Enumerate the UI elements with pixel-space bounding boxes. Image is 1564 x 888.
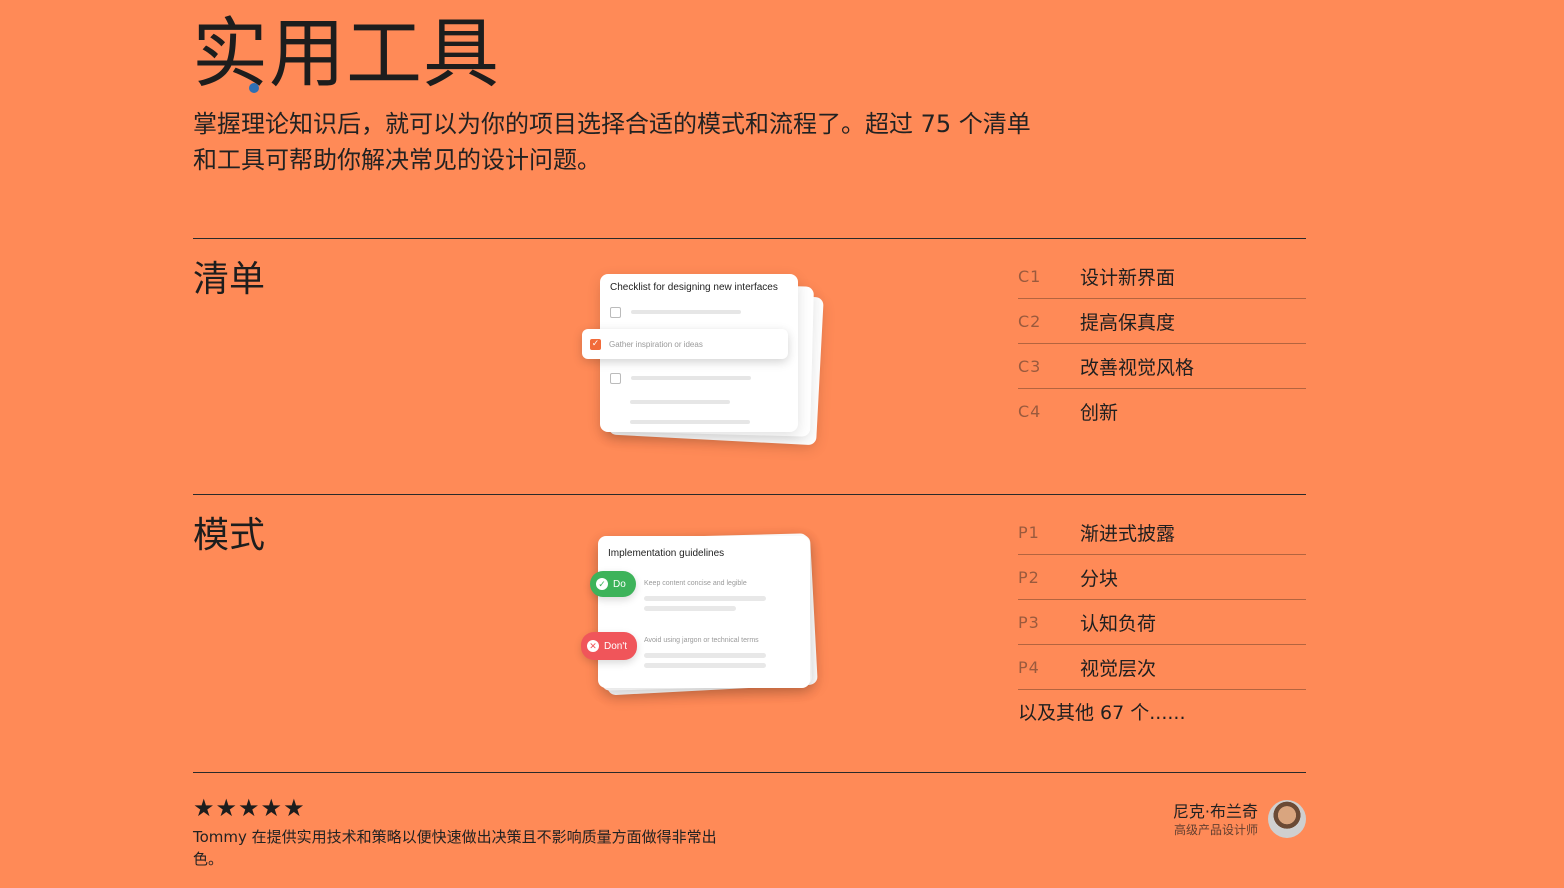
checklist-card-title: Checklist for designing new interfaces bbox=[610, 282, 778, 293]
item-label: 创新 bbox=[1080, 401, 1119, 424]
page-title: 实用工具 bbox=[192, 9, 500, 98]
item-code: C4 bbox=[1018, 401, 1042, 421]
pattern-list: P1 渐进式披露 P2 分块 P3 认知负荷 P4 视觉层次 bbox=[1018, 510, 1306, 690]
placeholder-bar bbox=[644, 596, 766, 601]
item-code: P2 bbox=[1018, 567, 1040, 587]
checkbox-icon bbox=[610, 372, 621, 384]
do-label: Do bbox=[613, 578, 626, 590]
checkmark-icon: ✓ bbox=[590, 338, 601, 350]
item-code: P1 bbox=[1018, 522, 1040, 542]
placeholder-bar bbox=[631, 310, 741, 314]
list-item-c4[interactable]: C4 创新 bbox=[1018, 389, 1306, 433]
item-label: 认知负荷 bbox=[1080, 612, 1157, 635]
do-badge: ✓ Do bbox=[590, 571, 636, 597]
item-label: 视觉层次 bbox=[1080, 657, 1157, 680]
guideline-card-title: Implementation guidelines bbox=[608, 548, 725, 559]
section-title-patterns: 模式 bbox=[193, 515, 266, 556]
dont-badge: ✕ Don't bbox=[581, 632, 638, 660]
placeholder-bar bbox=[644, 606, 736, 611]
x-circle-icon: ✕ bbox=[587, 640, 599, 652]
checklist-row bbox=[610, 392, 788, 412]
check-circle-icon: ✓ bbox=[596, 578, 608, 590]
guideline-card: Implementation guidelines Keep content c… bbox=[598, 536, 810, 688]
title-accent-dot bbox=[249, 83, 259, 93]
item-code: P4 bbox=[1018, 657, 1040, 677]
dont-label: Don't bbox=[604, 640, 628, 652]
checklist-row bbox=[610, 412, 788, 432]
list-item-c3[interactable]: C3 改善视觉风格 bbox=[1018, 344, 1306, 389]
section-divider bbox=[193, 238, 1306, 239]
list-item-p1[interactable]: P1 渐进式披露 bbox=[1018, 510, 1306, 555]
placeholder-bar bbox=[631, 376, 751, 380]
intro-paragraph: 掌握理论知识后，就可以为你的项目选择合适的模式和流程了。超过 75 个清单和工具… bbox=[193, 110, 1031, 174]
do-text: Keep content concise and legible bbox=[644, 580, 747, 587]
item-code: C2 bbox=[1018, 311, 1042, 331]
section-title-checklists: 清单 bbox=[193, 259, 266, 300]
checkbox-icon bbox=[610, 306, 621, 318]
item-label: 渐进式披露 bbox=[1080, 522, 1176, 545]
placeholder-bar bbox=[644, 653, 766, 658]
checklist-row bbox=[610, 368, 788, 388]
item-label: 分块 bbox=[1080, 567, 1119, 590]
avatar bbox=[1268, 800, 1306, 838]
checklist-checked-row: ✓ Gather inspiration or ideas bbox=[582, 329, 788, 359]
item-code: P3 bbox=[1018, 612, 1040, 632]
item-label: 设计新界面 bbox=[1080, 266, 1176, 289]
rating-stars-icon: ★★★★★ bbox=[193, 794, 306, 822]
placeholder-bar bbox=[630, 400, 730, 404]
item-label: 提高保真度 bbox=[1080, 311, 1176, 334]
list-item-c2[interactable]: C2 提高保真度 bbox=[1018, 299, 1306, 344]
reviewer-name: 尼克·布兰奇 bbox=[1172, 802, 1258, 821]
more-patterns-link[interactable]: 以及其他 67 个...... bbox=[1018, 698, 1186, 725]
section-divider bbox=[193, 494, 1306, 495]
checked-item-label: Gather inspiration or ideas bbox=[609, 339, 703, 349]
item-label: 改善视觉风格 bbox=[1080, 356, 1195, 379]
item-code: C1 bbox=[1018, 266, 1042, 286]
checklist-row bbox=[610, 302, 788, 322]
checklist-list: C1 设计新界面 C2 提高保真度 C3 改善视觉风格 C4 创新 bbox=[1018, 254, 1306, 433]
list-item-p4[interactable]: P4 视觉层次 bbox=[1018, 645, 1306, 690]
dont-text: Avoid using jargon or technical terms bbox=[644, 637, 759, 644]
list-item-p2[interactable]: P2 分块 bbox=[1018, 555, 1306, 600]
section-divider bbox=[193, 772, 1306, 773]
list-item-c1[interactable]: C1 设计新界面 bbox=[1018, 254, 1306, 299]
review-quote: Tommy 在提供实用技术和策略以便快速做出决策且不影响质量方面做得非常出色。 bbox=[193, 828, 717, 868]
reviewer-role: 高级产品设计师 bbox=[1173, 823, 1258, 837]
placeholder-bar bbox=[644, 663, 766, 668]
item-code: C3 bbox=[1018, 356, 1042, 376]
list-item-p3[interactable]: P3 认知负荷 bbox=[1018, 600, 1306, 645]
placeholder-bar bbox=[630, 420, 750, 424]
